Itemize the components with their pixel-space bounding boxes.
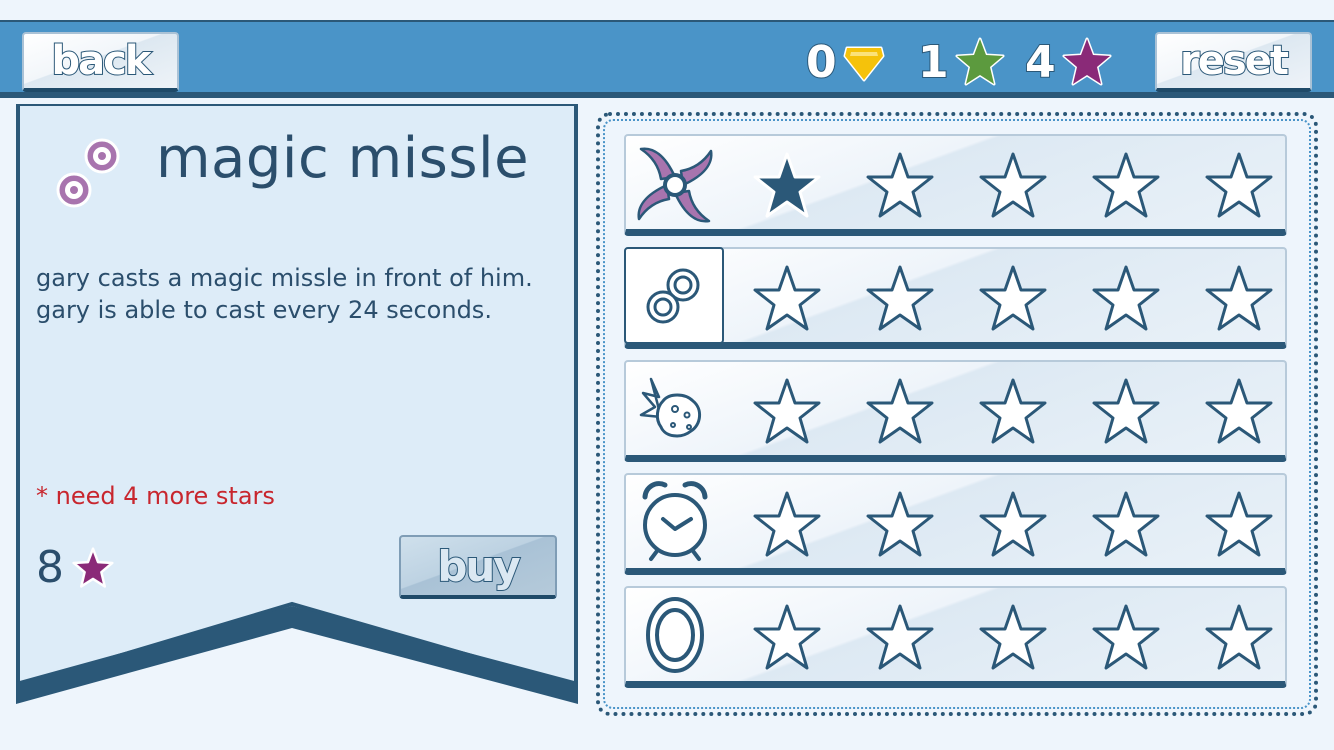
star-filled-icon[interactable] xyxy=(752,150,822,220)
star-empty-icon[interactable] xyxy=(752,376,822,446)
magic-missile-icon xyxy=(56,138,120,208)
star-empty-icon[interactable] xyxy=(978,602,1048,672)
star-empty-icon[interactable] xyxy=(865,602,935,672)
star-empty-icon[interactable] xyxy=(978,376,1048,446)
alarm-clock-icon xyxy=(642,480,708,561)
shuriken-icon xyxy=(637,146,713,223)
star-empty-icon[interactable] xyxy=(978,489,1048,559)
star-slots xyxy=(726,362,1286,455)
star-empty-icon[interactable] xyxy=(865,489,935,559)
star-empty-icon[interactable] xyxy=(1091,489,1161,559)
skill-description: gary casts a magic missle in front of hi… xyxy=(36,262,566,326)
star-empty-icon[interactable] xyxy=(1204,376,1274,446)
reset-button[interactable]: reset xyxy=(1155,32,1312,92)
description-line-1: gary casts a magic missle in front of hi… xyxy=(36,264,533,292)
skill-detail-panel: magic missle gary casts a magic missle i… xyxy=(16,104,578,704)
skill-icon-cell-selected[interactable] xyxy=(624,247,724,344)
skill-row-alarm-clock[interactable] xyxy=(624,473,1287,575)
star-slots xyxy=(726,249,1286,342)
skill-icon-cell[interactable] xyxy=(626,588,724,681)
meteor-icon xyxy=(639,377,701,437)
star-empty-icon[interactable] xyxy=(1091,150,1161,220)
cost-value: 8 xyxy=(36,542,64,593)
skill-row-magic-missile[interactable] xyxy=(624,247,1287,349)
star-empty-icon[interactable] xyxy=(865,263,935,333)
star-empty-icon[interactable] xyxy=(1204,489,1274,559)
star-empty-icon[interactable] xyxy=(1091,263,1161,333)
star-empty-icon[interactable] xyxy=(978,263,1048,333)
gem-count: 0 xyxy=(805,36,838,89)
star-empty-icon[interactable] xyxy=(1204,150,1274,220)
back-button[interactable]: back xyxy=(22,32,179,92)
star-slots xyxy=(726,136,1286,229)
gem-counter: 0 xyxy=(805,34,885,90)
star-empty-icon[interactable] xyxy=(978,150,1048,220)
star-empty-icon[interactable] xyxy=(1091,602,1161,672)
star-empty-icon[interactable] xyxy=(752,263,822,333)
shield-ring-icon xyxy=(646,596,704,673)
star-slots xyxy=(726,475,1286,568)
skill-icon-cell[interactable] xyxy=(626,475,724,568)
buy-button[interactable]: buy xyxy=(399,535,557,599)
skill-row-meteor[interactable] xyxy=(624,360,1287,462)
gem-icon xyxy=(843,46,885,82)
skill-row-shuriken[interactable] xyxy=(624,134,1287,236)
star-empty-icon[interactable] xyxy=(1204,602,1274,672)
green-star-counter: 1 xyxy=(917,34,1005,90)
star-empty-icon[interactable] xyxy=(1204,263,1274,333)
skill-cost: 8 xyxy=(36,542,114,593)
purple-star-icon xyxy=(72,546,114,588)
top-bar: back 0 1 4 reset xyxy=(0,20,1334,98)
requirement-warning: * need 4 more stars xyxy=(36,482,275,510)
purple-star-counter: 4 xyxy=(1024,34,1112,90)
purple-star-count: 4 xyxy=(1024,36,1057,89)
green-star-count: 1 xyxy=(917,36,950,89)
star-empty-icon[interactable] xyxy=(865,376,935,446)
green-star-icon xyxy=(955,37,1005,86)
skill-row-shield-ring[interactable] xyxy=(624,586,1287,688)
description-line-2: gary is able to cast every 24 seconds. xyxy=(36,296,492,324)
skill-icon-cell[interactable] xyxy=(626,362,724,455)
magic-missile-icon xyxy=(646,268,700,323)
purple-star-icon xyxy=(1062,37,1112,86)
skill-title: magic missle xyxy=(156,126,530,191)
star-empty-icon[interactable] xyxy=(752,602,822,672)
star-empty-icon[interactable] xyxy=(865,150,935,220)
skill-icon-cell[interactable] xyxy=(626,136,724,229)
star-empty-icon[interactable] xyxy=(1091,376,1161,446)
star-slots xyxy=(726,588,1286,681)
star-empty-icon[interactable] xyxy=(752,489,822,559)
